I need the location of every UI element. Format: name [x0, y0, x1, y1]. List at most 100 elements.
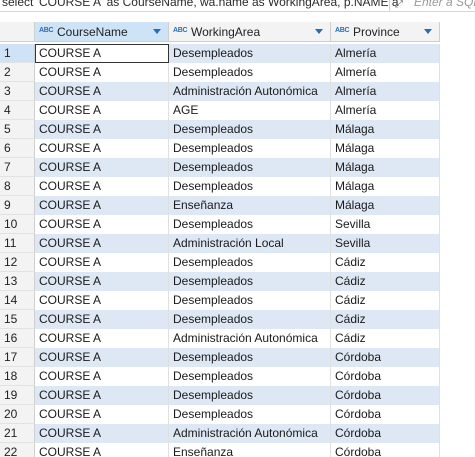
table-row[interactable]: 19 COURSE A Desempleados Córdoba [0, 386, 475, 405]
cell-workingarea[interactable]: Desempleados [169, 177, 331, 196]
row-number[interactable]: 3 [0, 82, 35, 101]
table-row[interactable]: 9 COURSE A Enseñanza Málaga [0, 196, 475, 215]
cell-province[interactable]: Málaga [331, 158, 440, 177]
row-number[interactable]: 7 [0, 158, 35, 177]
table-row[interactable]: 2 COURSE A Desempleados Almería [0, 63, 475, 82]
expand-arrows-icon[interactable]: ⤢ [393, 0, 405, 11]
cell-province[interactable]: Cádiz [331, 291, 440, 310]
cell-workingarea[interactable]: Desempleados [169, 310, 331, 329]
cell-workingarea[interactable]: Administración Autonómica [169, 424, 331, 443]
cell-workingarea[interactable]: Desempleados [169, 272, 331, 291]
table-row[interactable]: 20 COURSE A Desempleados Córdoba [0, 405, 475, 424]
sort-dropdown-icon[interactable] [153, 29, 161, 34]
cell-coursename[interactable]: COURSE A [35, 348, 169, 367]
table-row[interactable]: 11 COURSE A Administración Local Sevilla [0, 234, 475, 253]
cell-coursename[interactable]: COURSE A [35, 63, 169, 82]
cell-workingarea[interactable]: Desempleados [169, 44, 331, 63]
cell-province[interactable]: Almería [331, 63, 440, 82]
table-row[interactable]: 16 COURSE A Administración Autonómica Cádiz [0, 329, 475, 348]
table-row[interactable]: 17 COURSE A Desempleados Córdoba [0, 348, 475, 367]
cell-coursename[interactable]: COURSE A [35, 329, 169, 348]
cell-workingarea[interactable]: Desempleados [169, 158, 331, 177]
cell-province[interactable]: Córdoba [331, 367, 440, 386]
cell-coursename[interactable]: COURSE A [35, 101, 169, 120]
table-row[interactable]: 12 COURSE A Desempleados Cádiz [0, 253, 475, 272]
cell-workingarea[interactable]: AGE [169, 101, 331, 120]
row-number[interactable]: 20 [0, 405, 35, 424]
cell-province[interactable]: Córdoba [331, 443, 440, 457]
row-number[interactable]: 13 [0, 272, 35, 291]
cell-workingarea[interactable]: Administración Autonómica [169, 329, 331, 348]
row-number[interactable]: 15 [0, 310, 35, 329]
cell-workingarea[interactable]: Enseñanza [169, 443, 331, 457]
row-number[interactable]: 22 [0, 443, 35, 457]
table-row[interactable]: 5 COURSE A Desempleados Málaga [0, 120, 475, 139]
cell-province[interactable]: Cádiz [331, 329, 440, 348]
cell-workingarea[interactable]: Desempleados [169, 215, 331, 234]
cell-coursename[interactable]: COURSE A [35, 44, 169, 63]
cell-province[interactable]: Cádiz [331, 253, 440, 272]
row-number-header[interactable] [0, 22, 35, 42]
cell-province[interactable]: Córdoba [331, 405, 440, 424]
row-number[interactable]: 12 [0, 253, 35, 272]
cell-workingarea[interactable]: Desempleados [169, 253, 331, 272]
table-row[interactable]: 8 COURSE A Desempleados Málaga [0, 177, 475, 196]
cell-province[interactable]: Córdoba [331, 424, 440, 443]
table-row[interactable]: 7 COURSE A Desempleados Málaga [0, 158, 475, 177]
cell-coursename[interactable]: COURSE A [35, 215, 169, 234]
cell-workingarea[interactable]: Desempleados [169, 120, 331, 139]
cell-coursename[interactable]: COURSE A [35, 158, 169, 177]
table-row[interactable]: 10 COURSE A Desempleados Sevilla [0, 215, 475, 234]
table-row[interactable]: 15 COURSE A Desempleados Cádiz [0, 310, 475, 329]
cell-coursename[interactable]: COURSE A [35, 196, 169, 215]
cell-province[interactable]: Sevilla [331, 234, 440, 253]
cell-coursename[interactable]: COURSE A [35, 424, 169, 443]
table-row[interactable]: 22 COURSE A Enseñanza Córdoba [0, 443, 475, 457]
cell-coursename[interactable]: COURSE A [35, 443, 169, 457]
cell-workingarea[interactable]: Enseñanza [169, 196, 331, 215]
table-row[interactable]: 13 COURSE A Desempleados Cádiz [0, 272, 475, 291]
table-row[interactable]: 14 COURSE A Desempleados Cádiz [0, 291, 475, 310]
cell-province[interactable]: Córdoba [331, 348, 440, 367]
cell-workingarea[interactable]: Administración Autonómica [169, 82, 331, 101]
sql-filter-input[interactable]: Enter a SQL [414, 0, 475, 9]
cell-coursename[interactable]: COURSE A [35, 234, 169, 253]
table-row[interactable]: 4 COURSE A AGE Almería [0, 101, 475, 120]
sql-filter-bar[interactable]: select 'COURSE A' as CourseName, wa.name… [0, 0, 475, 12]
cell-province[interactable]: Cádiz [331, 310, 440, 329]
cell-coursename[interactable]: COURSE A [35, 82, 169, 101]
row-number[interactable]: 17 [0, 348, 35, 367]
cell-coursename[interactable]: COURSE A [35, 310, 169, 329]
row-number[interactable]: 19 [0, 386, 35, 405]
cell-province[interactable]: Málaga [331, 177, 440, 196]
table-row[interactable]: 18 COURSE A Desempleados Córdoba [0, 367, 475, 386]
row-number[interactable]: 5 [0, 120, 35, 139]
sort-dropdown-icon[interactable] [424, 29, 432, 34]
cell-coursename[interactable]: COURSE A [35, 405, 169, 424]
column-header-coursename[interactable]: ABC CourseName [35, 22, 169, 42]
cell-workingarea[interactable]: Desempleados [169, 348, 331, 367]
cell-province[interactable]: Málaga [331, 196, 440, 215]
cell-workingarea[interactable]: Desempleados [169, 63, 331, 82]
row-number[interactable]: 6 [0, 139, 35, 158]
table-row[interactable]: 21 COURSE A Administración Autonómica Córdo… [0, 424, 475, 443]
cell-coursename[interactable]: COURSE A [35, 139, 169, 158]
cell-province[interactable]: Almería [331, 82, 440, 101]
row-number[interactable]: 9 [0, 196, 35, 215]
row-number[interactable]: 21 [0, 424, 35, 443]
cell-workingarea[interactable]: Desempleados [169, 405, 331, 424]
cell-province[interactable]: Almería [331, 44, 440, 63]
column-header-workingarea[interactable]: ABC WorkingArea [169, 22, 331, 42]
row-number[interactable]: 16 [0, 329, 35, 348]
table-row[interactable]: 1 COURSE A Desempleados Almería [0, 44, 475, 63]
cell-province[interactable]: Sevilla [331, 215, 440, 234]
row-number[interactable]: 14 [0, 291, 35, 310]
row-number[interactable]: 2 [0, 63, 35, 82]
cell-province[interactable]: Almería [331, 101, 440, 120]
row-number[interactable]: 18 [0, 367, 35, 386]
cell-province[interactable]: Córdoba [331, 386, 440, 405]
cell-province[interactable]: Málaga [331, 139, 440, 158]
cell-province[interactable]: Cádiz [331, 272, 440, 291]
table-row[interactable]: 6 COURSE A Desempleados Málaga [0, 139, 475, 158]
cell-workingarea[interactable]: Desempleados [169, 386, 331, 405]
